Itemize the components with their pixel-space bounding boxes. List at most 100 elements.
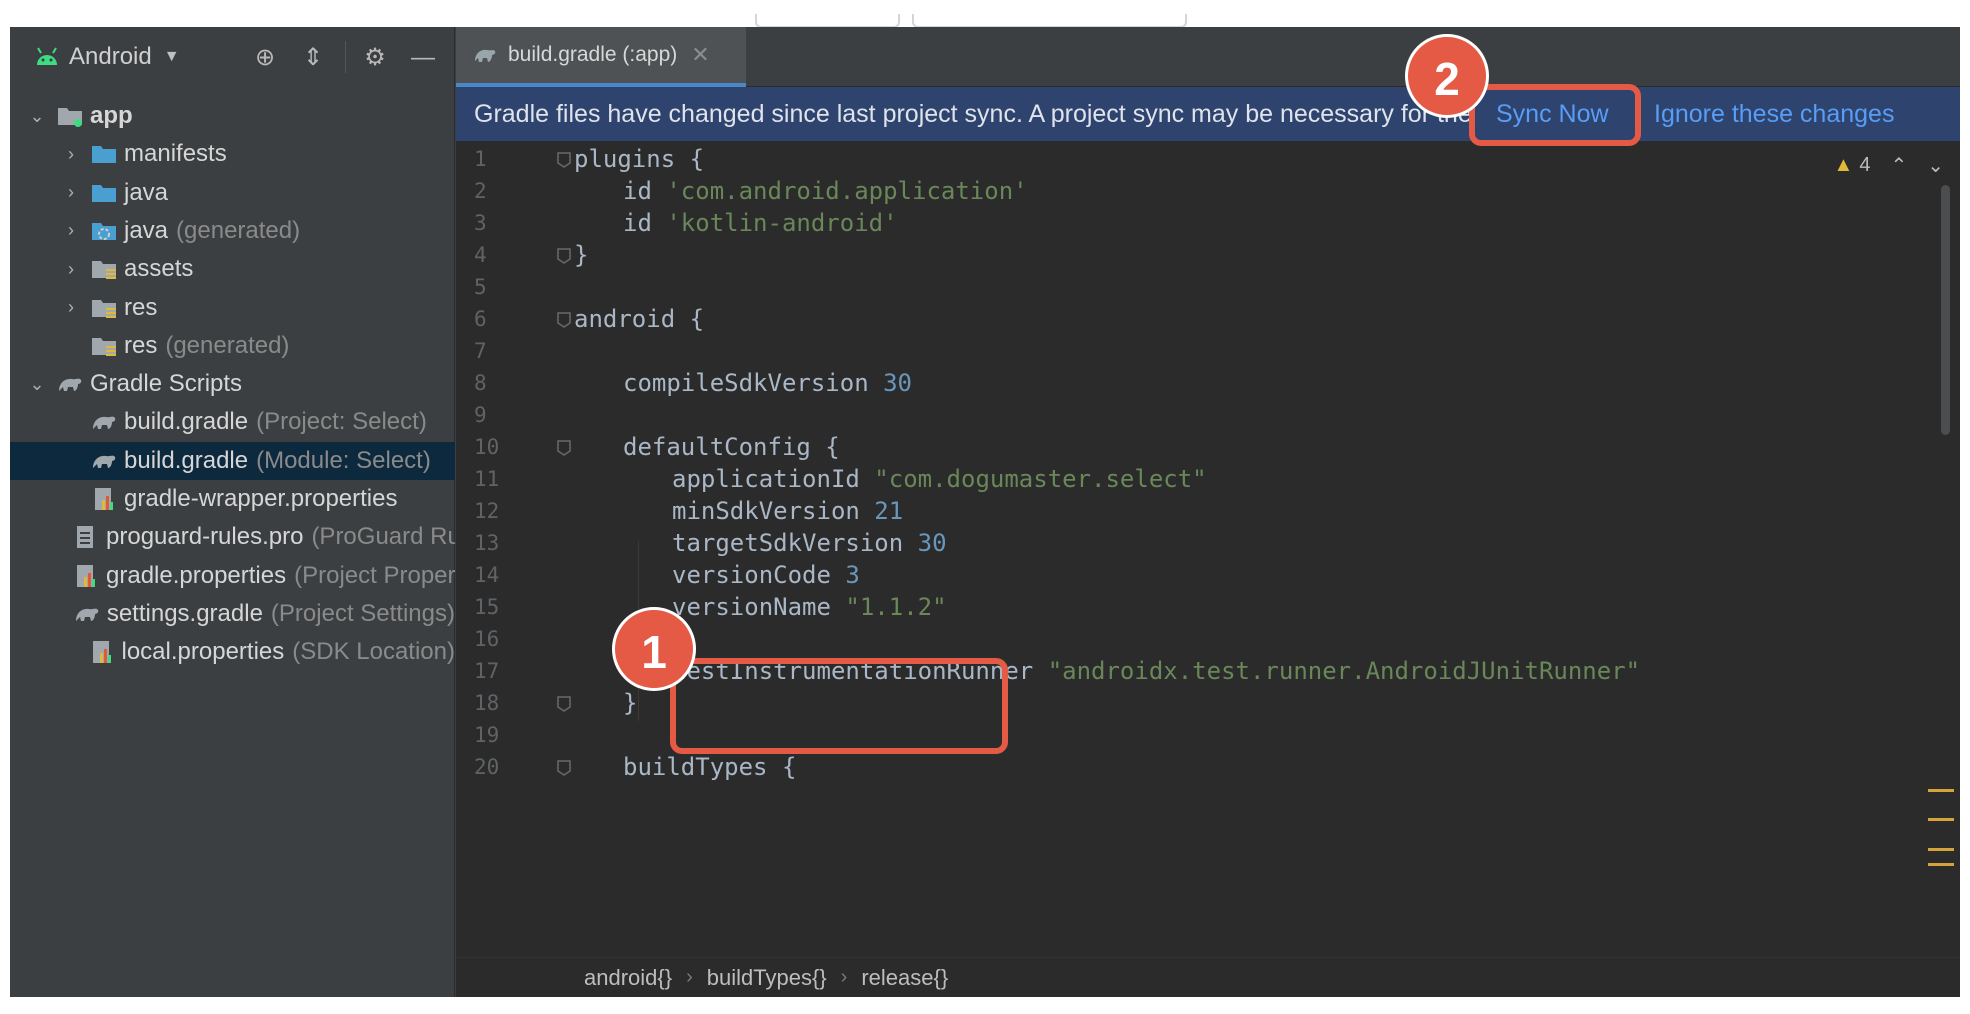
tree-item[interactable]: build.gradle (Project: Select) — [10, 403, 455, 441]
code-token: buildTypes { — [623, 753, 797, 781]
number-token: 3 — [845, 561, 860, 589]
line-number: 11 — [474, 467, 500, 491]
tree-item-label: local.properties — [121, 638, 285, 666]
chevron-right-icon[interactable]: › — [62, 259, 80, 280]
warning-marker[interactable] — [1928, 848, 1954, 851]
code-token: id — [623, 209, 667, 237]
chevron-down-icon[interactable]: ⌄ — [28, 374, 46, 395]
code-line: android { — [574, 305, 704, 333]
tree-item[interactable]: gradle.properties(Project Properties) — [10, 557, 455, 595]
tree-item-label: assets — [124, 255, 194, 283]
string-token: "com.dogumaster.select" — [874, 465, 1207, 493]
code-line: buildTypes { — [623, 753, 796, 781]
tab-title: build.gradle (:app) — [508, 43, 678, 66]
gear-icon[interactable]: ⚙ — [360, 43, 390, 73]
project-view-selector[interactable]: Android — [69, 43, 152, 71]
tree-item[interactable]: › java (generated) — [10, 212, 455, 250]
chevron-right-icon[interactable]: › — [62, 182, 80, 203]
tree-item-label: res — [124, 331, 158, 359]
line-number: 8 — [474, 371, 487, 395]
code-line: versionName "1.1.2" — [672, 593, 947, 621]
chevron-right-icon[interactable]: › — [62, 144, 80, 165]
chevron-right-icon[interactable]: › — [62, 220, 80, 241]
tree-item[interactable]: res (generated) — [10, 327, 455, 365]
code-token: } — [623, 689, 638, 717]
breadcrumb-item[interactable]: android{} — [584, 965, 672, 991]
chevron-right-icon[interactable]: › — [62, 297, 80, 318]
breadcrumb-item[interactable]: release{} — [861, 965, 948, 991]
collapse-all-icon[interactable]: ⇕ — [298, 43, 328, 73]
tree-item-label: build.gradle — [124, 408, 249, 436]
tree-item-hint: (generated) — [165, 331, 290, 359]
tree-item-label: Gradle Scripts — [90, 370, 243, 398]
line-number: 20 — [474, 755, 500, 779]
fold-marker-icon[interactable] — [556, 695, 572, 713]
tree-item[interactable]: › manifests — [10, 135, 455, 173]
code-token: compileSdkVersion — [623, 369, 884, 397]
number-token: 21 — [874, 497, 904, 525]
inspection-widget[interactable]: ▲ 4 ⌃ ⌄ — [1834, 153, 1944, 178]
close-icon[interactable]: ✕ — [691, 42, 709, 68]
fold-marker-icon[interactable] — [556, 247, 572, 265]
tree-item[interactable]: ⌄ Gradle Scripts — [10, 365, 455, 403]
minimize-icon[interactable]: — — [408, 43, 438, 73]
code-line: defaultConfig { — [623, 433, 840, 461]
tree-item-label: java — [124, 178, 169, 206]
tree-item[interactable]: › res — [10, 289, 455, 327]
tree-item[interactable]: settings.gradle (Project Settings) — [10, 595, 455, 633]
warning-marker[interactable] — [1928, 818, 1954, 821]
line-number: 7 — [474, 339, 487, 363]
locate-icon[interactable]: ⊕ — [250, 43, 280, 73]
chevron-down-icon[interactable]: ⌄ — [28, 106, 46, 127]
gradle-icon — [90, 410, 118, 434]
warning-marker[interactable] — [1928, 863, 1954, 866]
chevron-up-icon[interactable]: ⌃ — [1890, 153, 1907, 178]
tree-item[interactable]: gradle-wrapper.properties — [10, 480, 455, 518]
sync-notification-banner: Gradle files have changed since last pro… — [456, 87, 1960, 141]
version-highlight — [670, 658, 1008, 754]
warning-marker[interactable] — [1928, 789, 1954, 792]
scrollbar[interactable] — [1941, 185, 1950, 435]
resource-folder-icon — [90, 296, 118, 320]
chevron-right-icon: › — [686, 966, 693, 988]
breadcrumb-item[interactable]: buildTypes{} — [707, 965, 827, 991]
code-token: defaultConfig { — [623, 433, 840, 461]
tree-item[interactable]: › assets — [10, 250, 455, 288]
properties-file-icon — [72, 564, 100, 588]
code-editor[interactable]: 1 2 3 4 5 6 7 8 9 10 11 12 13 14 15 16 17 18 19 20 plugins … — [456, 141, 1960, 957]
tree-item-label: res — [124, 293, 158, 321]
chevron-down-icon[interactable]: ⌄ — [1927, 153, 1944, 178]
code-token: targetSdkVersion — [672, 529, 918, 557]
line-number-gutter: 1 2 3 4 5 6 7 8 9 10 11 12 13 14 15 16 17 18 19 20 — [456, 141, 571, 957]
code-token: } — [574, 241, 589, 269]
line-number: 5 — [474, 275, 487, 299]
resource-folder-icon — [90, 257, 118, 281]
tree-item[interactable]: proguard-rules.pro(ProGuard Rules) — [10, 518, 455, 556]
code-token: minSdkVersion — [672, 497, 875, 525]
line-number: 18 — [474, 691, 500, 715]
editor-tab[interactable]: build.gradle (:app) ✕ — [456, 27, 746, 87]
tree-item[interactable]: ⌄ app — [10, 97, 455, 135]
chevron-down-icon[interactable]: ▼ — [164, 48, 180, 66]
tree-item[interactable]: local.properties (SDK Location) — [10, 633, 455, 671]
module-folder-icon — [56, 104, 84, 128]
fold-marker-icon[interactable] — [556, 151, 572, 169]
folder-icon — [90, 181, 118, 205]
line-number: 19 — [474, 723, 500, 747]
code-line: plugins { — [574, 145, 704, 173]
gradle-icon — [475, 49, 496, 62]
code-line: minSdkVersion 21 — [672, 497, 903, 525]
tree-item[interactable]: build.gradle (Module: Select) — [10, 441, 455, 480]
tree-item[interactable]: › java — [10, 174, 455, 212]
divider — [345, 41, 346, 73]
code-line: compileSdkVersion 30 — [623, 369, 912, 397]
ignore-changes-link[interactable]: Ignore these changes — [1654, 87, 1894, 141]
fold-marker-icon[interactable] — [556, 759, 572, 777]
code-line: targetSdkVersion 30 — [672, 529, 947, 557]
tree-item-label: app — [90, 102, 133, 129]
fold-marker-icon[interactable] — [556, 311, 572, 329]
line-number: 12 — [474, 499, 500, 523]
fold-marker-icon[interactable] — [556, 439, 572, 457]
code-line: id 'kotlin-android' — [623, 209, 898, 237]
folder-icon — [90, 142, 118, 166]
